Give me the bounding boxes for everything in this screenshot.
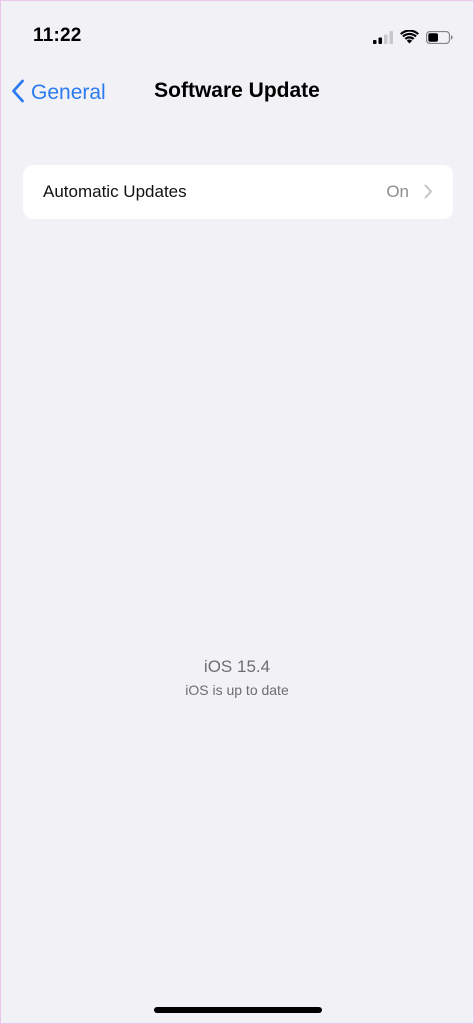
automatic-updates-value: On [386,182,409,201]
chevron-right-icon [424,184,433,204]
wifi-icon [400,30,419,44]
home-indicator[interactable] [154,1007,322,1013]
page-title: Software Update [154,79,320,102]
settings-group: Automatic Updates On [23,165,453,219]
update-status-message: iOS is up to date [185,682,289,698]
battery-icon [426,30,453,44]
status-icons [373,27,453,47]
signal-icon [373,30,393,44]
ios-version: iOS 15.4 [203,657,271,676]
automatic-updates-row[interactable]: Automatic Updates On [23,165,453,219]
automatic-updates-label: Automatic Updates [43,182,187,201]
update-status: iOS 15.4 iOS is up to date [1,656,473,700]
software-update-screen: 11:22 General Software Update Automatic … [0,0,474,1024]
status-time: 11:22 [33,25,82,46]
